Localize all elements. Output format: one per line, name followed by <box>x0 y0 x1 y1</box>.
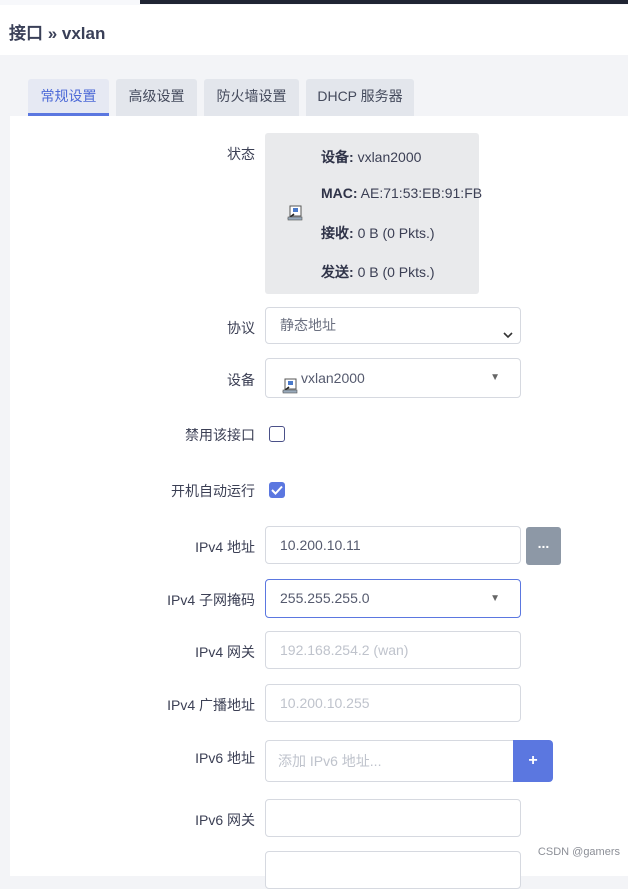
status-rx-key: 接收: <box>321 225 354 241</box>
status-tx-key: 发送: <box>321 264 354 280</box>
network-device-icon <box>282 370 298 408</box>
status-device-key: 设备: <box>321 149 354 165</box>
status-label: 状态 <box>227 146 255 162</box>
status-device-row: 设备: vxlan2000 <box>321 147 421 167</box>
device-value: vxlan2000 <box>301 370 365 386</box>
next-field-input[interactable] <box>265 851 521 889</box>
status-device-value: vxlan2000 <box>357 149 422 165</box>
ipv4-broadcast-input[interactable]: 10.200.10.255 <box>265 684 521 722</box>
top-bar-dark <box>140 0 628 4</box>
ipv4-address-more-button[interactable]: ... <box>526 527 561 565</box>
status-tx-row: 发送: 0 B (0 Pkts.) <box>321 262 435 282</box>
disable-interface-label: 禁用该接口 <box>185 427 255 443</box>
ipv4-netmask-label: IPv4 子网掩码 <box>167 592 255 608</box>
checkmark-icon <box>271 485 283 495</box>
status-box: 设备: vxlan2000 MAC: AE:71:53:EB:91:FB 接收:… <box>265 133 482 294</box>
ipv6-gateway-input[interactable] <box>265 799 521 837</box>
ipv6-address-input[interactable]: 添加 IPv6 地址... <box>265 740 514 782</box>
status-tx-value: 0 B (0 Pkts.) <box>357 264 435 280</box>
protocol-select[interactable]: 静态地址 <box>265 307 521 344</box>
ipv6-gateway-label: IPv6 网关 <box>195 812 255 828</box>
disable-interface-checkbox[interactable] <box>269 426 285 442</box>
status-rx-value: 0 B (0 Pkts.) <box>357 225 435 241</box>
protocol-label: 协议 <box>227 320 255 336</box>
watermark: CSDN @gamers <box>537 846 620 858</box>
autostart-checkbox[interactable] <box>269 482 285 498</box>
status-mac-value: AE:71:53:EB:91:FB <box>360 185 483 201</box>
ipv4-gateway-label: IPv4 网关 <box>195 644 255 660</box>
page-header: 接口 » vxlan <box>0 5 628 55</box>
add-ipv6-address-button[interactable]: + <box>513 740 553 782</box>
network-device-icon <box>287 205 303 224</box>
ipv4-gateway-input[interactable]: 192.168.254.2 (wan) <box>265 631 521 669</box>
ipv4-netmask-dropdown[interactable]: 255.255.255.0 ▼ <box>265 579 521 618</box>
tab-advanced[interactable]: 高级设置 <box>116 79 197 116</box>
device-dropdown[interactable]: vxlan2000 ▼ <box>265 358 521 398</box>
tab-general[interactable]: 常规设置 <box>28 79 109 116</box>
status-mac-key: MAC: <box>321 185 358 201</box>
tab-dhcp[interactable]: DHCP 服务器 <box>306 79 414 116</box>
status-mac-row: MAC: AE:71:53:EB:91:FB <box>321 185 482 201</box>
ipv4-address-label: IPv4 地址 <box>195 539 255 555</box>
ipv4-address-input[interactable]: 10.200.10.11 <box>265 526 521 564</box>
page-title: 接口 » vxlan <box>9 24 106 43</box>
autostart-label: 开机自动运行 <box>171 483 255 499</box>
status-rx-row: 接收: 0 B (0 Pkts.) <box>321 223 435 243</box>
ipv4-broadcast-label: IPv4 广播地址 <box>167 697 255 713</box>
device-label: 设备 <box>227 372 255 388</box>
ipv4-netmask-value: 255.255.255.0 <box>280 590 370 606</box>
chevron-down-icon <box>502 319 514 354</box>
caret-down-icon: ▼ <box>490 593 500 604</box>
caret-down-icon: ▼ <box>490 372 500 383</box>
ipv6-address-label: IPv6 地址 <box>195 750 255 766</box>
protocol-value: 静态地址 <box>280 317 336 333</box>
tab-firewall[interactable]: 防火墙设置 <box>204 79 299 116</box>
